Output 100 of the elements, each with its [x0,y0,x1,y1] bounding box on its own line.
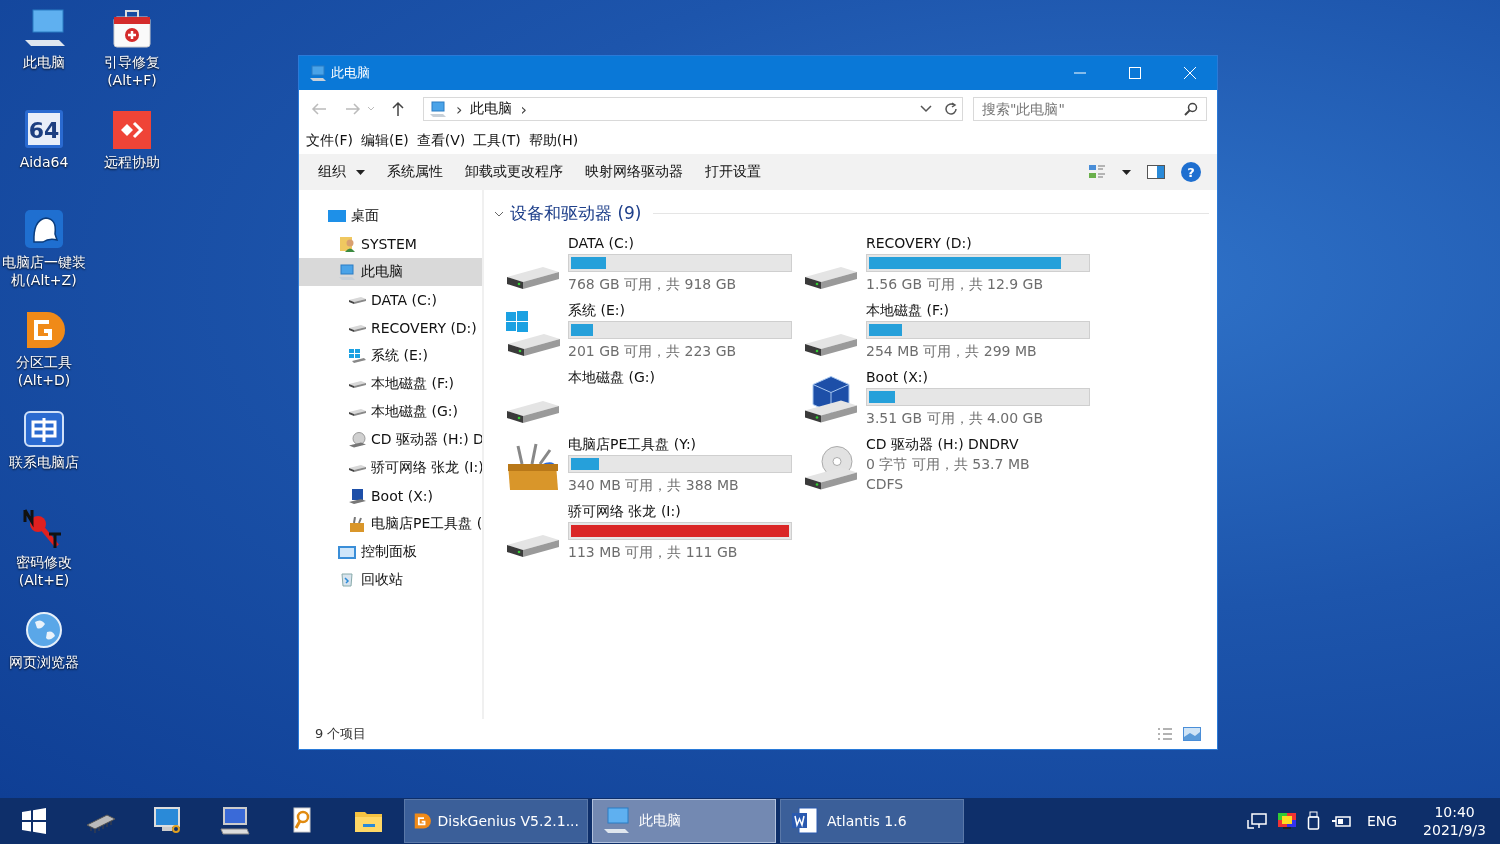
window-title: 此电脑 [331,64,370,82]
drive-icon [348,380,366,388]
caret-icon[interactable] [356,169,365,175]
disc-drive-icon [805,446,857,490]
shortcut-label[interactable]: 联系电脑店 [0,453,88,471]
drive-icon [507,535,559,557]
language-indicator[interactable]: ENG [1366,813,1398,829]
shortcut-label[interactable]: 网页浏览器 [0,653,88,671]
menu-item[interactable]: 帮助(H) [528,132,579,150]
taskbar-button[interactable]: 此电脑 [592,799,776,843]
shortcut-label[interactable]: Aida64 [0,153,88,171]
item-count: 9 个项目 [315,725,367,743]
drive-name[interactable]: Boot (X:) [866,367,1090,387]
chevron-icon[interactable]: › [456,99,463,119]
shortcut-label[interactable]: 分区工具(Alt+D) [0,353,88,389]
group-header[interactable]: 设备和驱动器 (9) [510,202,642,225]
computer-icon [309,64,327,82]
menu-item[interactable]: 工具(T) [473,132,521,150]
drive-icon [805,267,857,289]
computer-icon [338,263,356,281]
preview-pane-icon[interactable] [1147,165,1165,179]
disc-drive-icon [348,432,366,448]
shortcut-label[interactable]: 密码修改(Alt+E) [0,553,88,589]
shortcut-label[interactable]: 电脑店一键装机(Alt+Z) [0,253,88,289]
document-icon [789,805,821,837]
drive-details: 254 MB 可用，共 299 MB [866,342,1038,361]
shortcut-label[interactable]: 远程协助 [88,153,176,171]
nav-item[interactable]: 系统 (E:) [299,342,482,370]
drive-name[interactable]: DATA (C:) [568,233,792,253]
menu-item[interactable]: 编辑(E) [361,132,409,150]
command-button[interactable]: 打开设置 [694,159,772,185]
cube-drive-icon [348,488,366,504]
drive-icon [348,324,366,332]
chevron-icon[interactable]: › [520,99,527,119]
windows-drive-icon [506,311,560,356]
view-options-icon[interactable] [1088,163,1106,181]
command-button[interactable]: 组织 [307,159,376,185]
caret-icon[interactable] [1122,169,1131,175]
drive-name[interactable]: 本地磁盘 (F:) [866,300,1090,320]
drive-icon [507,267,559,289]
computer-icon [429,100,447,118]
clock-date[interactable]: 2021/9/3 [1423,821,1486,839]
computer-keyboard-icon[interactable] [218,805,251,837]
drive-details: 340 MB 可用，共 388 MB [568,476,740,495]
drive-details: 0 字节 可用，共 53.7 MB [866,455,1030,474]
drive-icon [348,296,366,304]
desktop-icon [328,210,346,222]
nav-item[interactable]: 本地磁盘 (F:) [299,370,482,398]
address-bar[interactable]: › 此电脑 › [423,97,963,121]
nav-item[interactable]: 本地磁盘 (G:) [299,398,482,426]
network-icon[interactable] [1246,812,1267,830]
shortcut-label[interactable]: 此电脑 [0,53,88,71]
command-button[interactable]: 系统属性 [376,159,454,185]
nav-item[interactable]: 桌面 [299,202,482,230]
breadcrumb[interactable]: 此电脑 [470,100,513,118]
nav-item[interactable]: Boot (X:) [299,482,482,510]
battery-plug-icon[interactable] [1330,813,1351,829]
taskbar-button[interactable]: DiskGenius V5.2.1... [404,799,588,843]
drive-name[interactable]: 系统 (E:) [568,300,792,320]
nav-item[interactable]: 此电脑 [299,258,482,286]
taskbar-button[interactable]: Atlantis 1.6 [780,799,964,843]
drive-details: 768 GB 可用，共 918 GB [568,275,738,294]
shortcut-label[interactable]: 引导修复(Alt+F) [88,53,176,89]
drive-details: 1.56 GB 可用，共 12.9 GB [866,275,1045,294]
large-icons-view-icon[interactable] [1183,727,1201,741]
chevron-down-icon[interactable] [920,105,932,113]
color-display-icon[interactable] [1276,812,1297,830]
toolbox-icon [508,443,558,490]
drive-icon [348,408,366,416]
menu-item[interactable]: 文件(F) [306,132,353,150]
user-folder-icon [339,236,355,252]
nav-item[interactable]: 骄可网络 张龙 (I:) [299,454,482,482]
drive-details: CDFS [866,475,905,494]
drive-name[interactable]: CD 驱动器 (H:) DNDRV [866,434,1030,454]
command-button[interactable]: 映射网络驱动器 [574,159,694,185]
clock-time[interactable]: 10:40 [1434,803,1475,821]
up-arrow-icon[interactable] [391,101,405,117]
windows-drive-icon [348,349,366,363]
drive-name[interactable]: 电脑店PE工具盘 (Y:) [568,434,792,454]
drive-name[interactable]: 本地磁盘 (G:) [568,367,655,387]
refresh-icon[interactable] [944,102,958,116]
help-button[interactable]: ? [1181,162,1201,182]
nav-item[interactable]: SYSTEM [299,230,482,258]
maximize-icon[interactable] [1128,67,1141,79]
command-button[interactable]: 卸载或更改程序 [454,159,574,185]
search-icon[interactable] [1184,102,1198,116]
drive-name[interactable]: 骄可网络 张龙 (I:) [568,501,792,521]
search-field[interactable]: 搜索"此电脑" [973,97,1207,121]
nav-item[interactable]: RECOVERY (D:) [299,314,482,342]
drive-name[interactable]: RECOVERY (D:) [866,233,1090,253]
nav-item[interactable]: 回收站 [299,566,482,594]
drive-icon [348,464,366,472]
nav-item[interactable]: DATA (C:) [299,286,482,314]
nav-item[interactable]: 电脑店PE工具盘 ( [299,510,482,538]
control-panel-icon [338,545,356,559]
menu-item[interactable]: 查看(V) [416,132,466,150]
drive-icon [805,334,857,356]
nav-item[interactable]: 控制面板 [299,538,482,566]
usb-drive-icon[interactable] [1306,811,1321,831]
close-icon[interactable] [1183,67,1196,79]
